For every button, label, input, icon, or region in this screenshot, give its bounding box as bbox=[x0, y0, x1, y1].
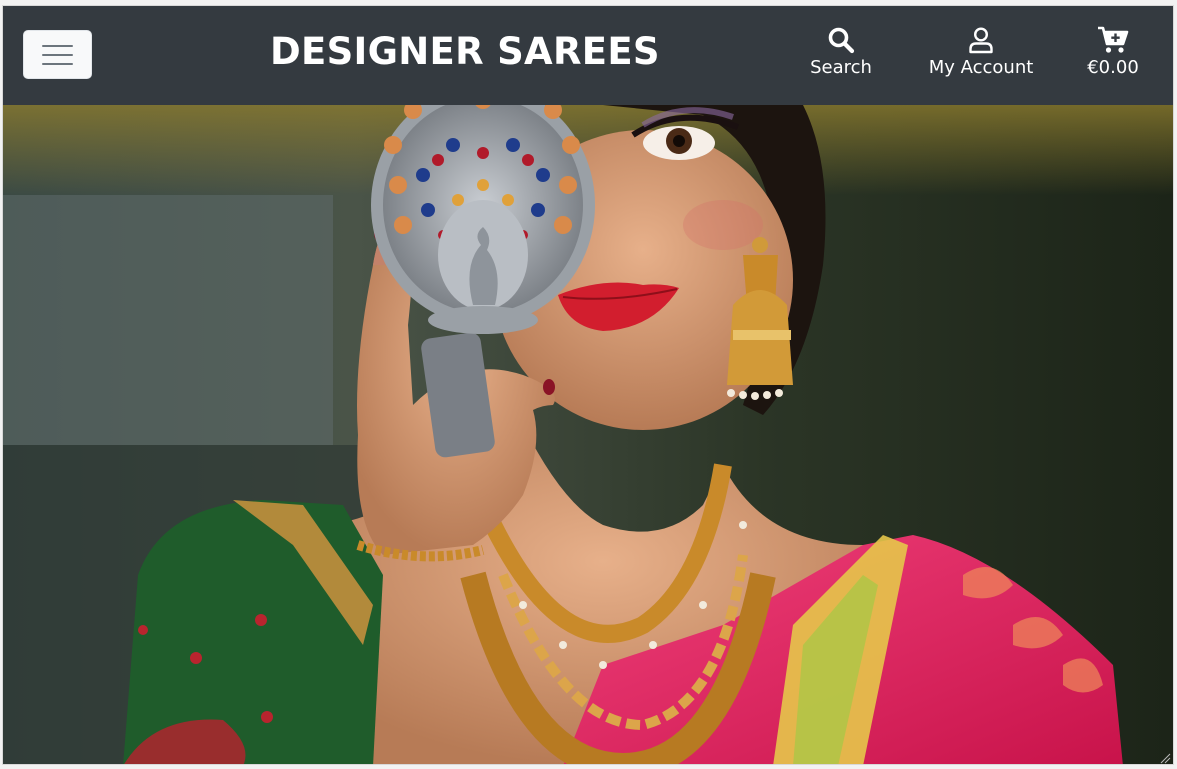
search-icon bbox=[828, 27, 855, 54]
my-account-label: My Account bbox=[928, 57, 1034, 78]
hero-image bbox=[3, 105, 1173, 764]
cart-plus-icon bbox=[1098, 26, 1129, 53]
cart-total: €0.00 bbox=[1087, 57, 1139, 78]
user-icon bbox=[969, 27, 993, 54]
resize-grip-icon[interactable] bbox=[1159, 752, 1171, 764]
cart-nav-item[interactable]: €0.00 bbox=[1084, 26, 1142, 78]
hero-photo-woman-in-saree bbox=[3, 105, 1173, 764]
navbar: DESIGNER SAREES Search My Account €0.00 bbox=[3, 6, 1173, 105]
search-nav-item[interactable]: Search bbox=[809, 26, 873, 78]
my-account-nav-item[interactable]: My Account bbox=[925, 26, 1037, 78]
menu-toggle-button[interactable] bbox=[23, 30, 92, 79]
page-frame: DESIGNER SAREES Search My Account €0.00 bbox=[2, 5, 1174, 765]
search-label: Search bbox=[810, 57, 872, 78]
brand-title[interactable]: DESIGNER SAREES bbox=[270, 30, 660, 73]
